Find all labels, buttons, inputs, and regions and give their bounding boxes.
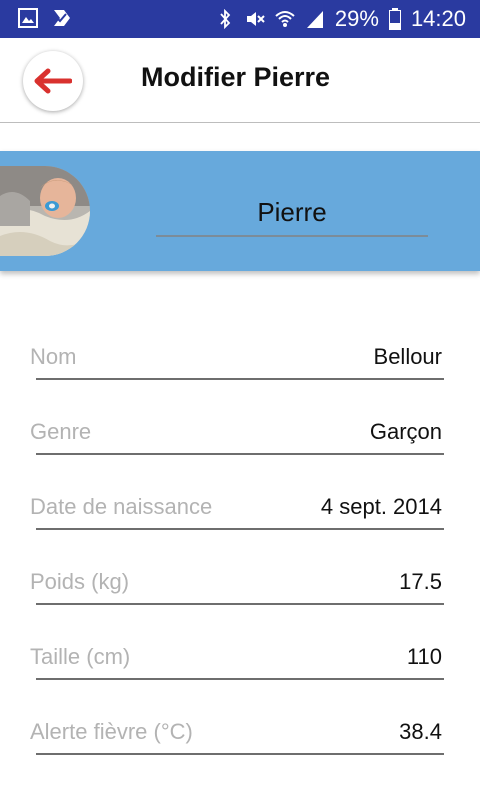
battery-percent: 29% — [334, 6, 379, 31]
field-underline — [36, 453, 444, 455]
status-bar: 29% 14:20 — [0, 0, 480, 38]
field-underline — [36, 528, 444, 530]
first-name-input[interactable]: Pierre — [156, 191, 428, 237]
page-title: Modifier Pierre — [141, 62, 331, 92]
field-label: Nom — [30, 344, 77, 369]
clock: 14:20 — [410, 6, 466, 31]
avatar[interactable] — [0, 166, 90, 256]
image-notification-icon — [18, 8, 38, 28]
field-underline — [36, 753, 444, 755]
task-check-icon — [54, 10, 70, 26]
form-row-poids[interactable]: Poids (kg) 17.5 — [30, 553, 444, 611]
form-row-nom[interactable]: Nom Bellour — [30, 328, 444, 386]
field-label: Alerte fièvre (°C) — [30, 719, 193, 744]
toolbar: Modifier Pierre — [0, 38, 480, 123]
system-icons: 29% 14:20 — [215, 0, 466, 38]
form-row-taille[interactable]: Taille (cm) 110 — [30, 628, 444, 686]
field-label: Genre — [30, 419, 92, 444]
field-value[interactable]: 38.4 — [399, 719, 442, 745]
field-underline — [36, 678, 444, 680]
field-underline — [36, 603, 444, 605]
signal-icon — [306, 11, 323, 28]
field-value[interactable]: 17.5 — [399, 569, 442, 595]
field-value[interactable]: 110 — [407, 644, 442, 670]
form-row-genre[interactable]: Genre Garçon — [30, 403, 444, 461]
back-button[interactable] — [23, 51, 83, 111]
battery-icon — [388, 8, 401, 30]
field-underline — [36, 378, 444, 380]
form-row-date-de-naissance[interactable]: Date de naissance 4 sept. 2014 — [30, 478, 444, 536]
notification-icons — [18, 8, 72, 28]
field-value[interactable]: 4 sept. 2014 — [321, 494, 442, 520]
baby-photo — [0, 166, 90, 256]
field-label: Taille (cm) — [30, 644, 131, 669]
mute-icon — [246, 12, 265, 26]
profile-header: Pierre — [0, 151, 480, 271]
field-label: Date de naissance — [30, 494, 213, 519]
form-row-alerte-fievre[interactable]: Alerte fièvre (°C) 38.4 — [30, 703, 444, 761]
wifi-icon — [275, 11, 295, 27]
field-value[interactable]: Bellour — [374, 344, 442, 370]
arrow-left-icon — [34, 68, 72, 94]
field-value[interactable]: Garçon — [370, 419, 442, 445]
field-label: Poids (kg) — [30, 569, 130, 594]
bluetooth-icon — [220, 9, 231, 29]
